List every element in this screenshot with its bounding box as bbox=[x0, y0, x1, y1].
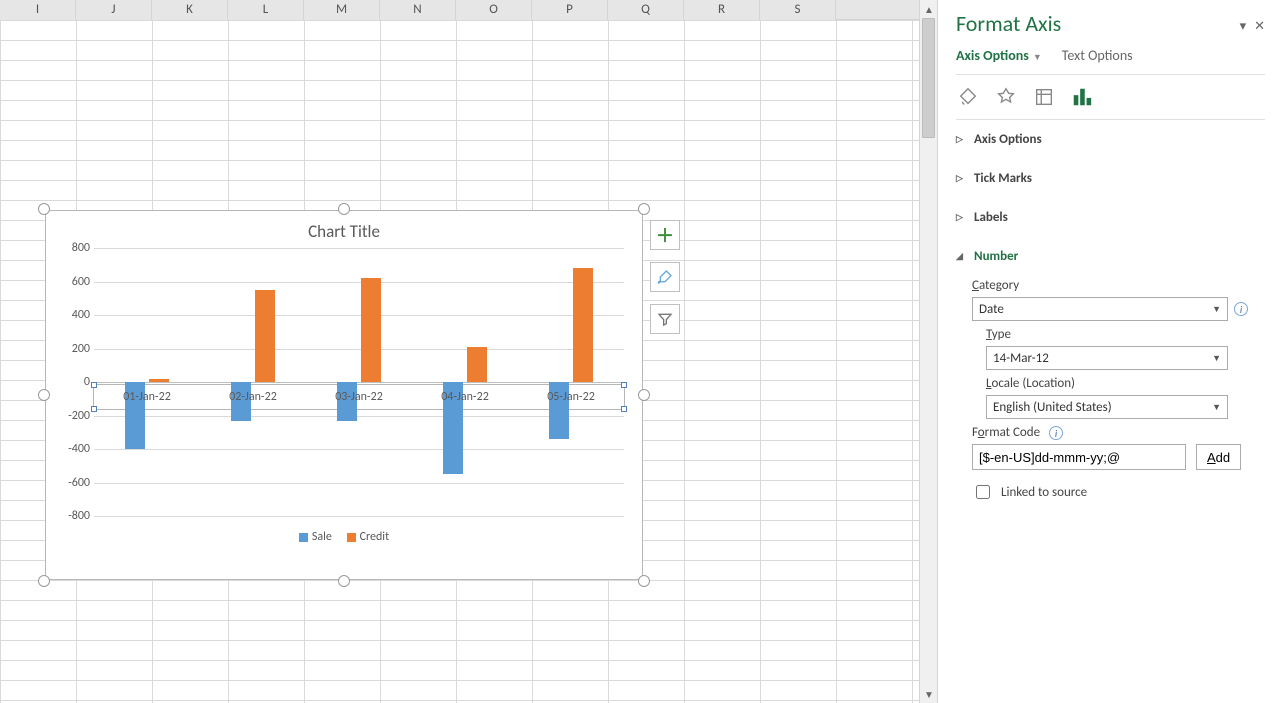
x-axis-label[interactable]: 03-Jan-22 bbox=[306, 390, 412, 404]
vertical-scrollbar[interactable]: ▲ ▼ bbox=[919, 0, 937, 703]
bar-credit[interactable] bbox=[255, 290, 275, 382]
format-code-input[interactable] bbox=[972, 444, 1186, 470]
y-axis-tick: 200 bbox=[50, 342, 90, 356]
resize-handle[interactable] bbox=[38, 389, 50, 401]
linked-to-source-label: Linked to source bbox=[1001, 485, 1087, 500]
legend-swatch-credit bbox=[347, 533, 356, 542]
pane-icon-tabs bbox=[956, 75, 1265, 120]
info-icon[interactable]: i bbox=[1234, 302, 1248, 316]
y-axis-tick: 400 bbox=[50, 308, 90, 322]
column-header[interactable]: O bbox=[456, 0, 532, 20]
legend-label: Credit bbox=[360, 530, 389, 544]
bar-credit[interactable] bbox=[361, 278, 381, 382]
y-axis-tick: 0 bbox=[50, 375, 90, 389]
bar-credit[interactable] bbox=[467, 347, 487, 382]
chevron-down-icon: ▼ bbox=[1212, 353, 1221, 364]
chart-legend[interactable]: Sale Credit bbox=[46, 530, 642, 544]
linked-to-source-checkbox[interactable] bbox=[976, 485, 990, 499]
column-header[interactable]: P bbox=[532, 0, 608, 20]
resize-handle[interactable] bbox=[638, 203, 650, 215]
legend-swatch-sale bbox=[299, 533, 308, 542]
chevron-down-icon: ▼ bbox=[1212, 402, 1221, 413]
x-axis-label[interactable]: 01-Jan-22 bbox=[94, 390, 200, 404]
scroll-down-arrow[interactable]: ▼ bbox=[920, 685, 938, 703]
locale-select[interactable]: English (United States) ▼ bbox=[986, 395, 1228, 419]
locale-label: Locale (Location) bbox=[986, 370, 1265, 395]
tab-text-options[interactable]: Text Options bbox=[1062, 47, 1133, 64]
filter-icon bbox=[657, 311, 673, 327]
chart-add-element-button[interactable]: ＋ bbox=[650, 220, 680, 250]
x-axis-label[interactable]: 05-Jan-22 bbox=[518, 390, 624, 404]
type-select[interactable]: 14-Mar-12 ▼ bbox=[986, 346, 1228, 370]
axis-options-bar-icon[interactable] bbox=[1070, 85, 1094, 109]
resize-handle[interactable] bbox=[38, 575, 50, 587]
scroll-thumb[interactable] bbox=[922, 18, 935, 138]
section-labels[interactable]: ▷ Labels bbox=[956, 206, 1265, 229]
chart-context-buttons: ＋ bbox=[650, 220, 680, 334]
section-tick-marks[interactable]: ▷ Tick Marks bbox=[956, 167, 1265, 190]
pane-dropdown-icon[interactable]: ▾ bbox=[1240, 19, 1245, 34]
column-header[interactable]: S bbox=[760, 0, 836, 20]
column-header-row: I J K L M N O P Q R S bbox=[0, 0, 919, 20]
triangle-right-icon: ▷ bbox=[956, 173, 966, 184]
triangle-right-icon: ▷ bbox=[956, 134, 966, 145]
y-axis-tick: -600 bbox=[50, 476, 90, 490]
legend-label: Sale bbox=[312, 530, 332, 544]
column-header[interactable]: I bbox=[0, 0, 76, 20]
y-axis-tick: 800 bbox=[50, 241, 90, 255]
cell-grid[interactable]: Chart Title 8006004002000-200-400-600-80… bbox=[0, 20, 919, 703]
column-header[interactable]: Q bbox=[608, 0, 684, 20]
worksheet-area: I J K L M N O P Q R S Chart bbox=[0, 0, 919, 703]
format-code-label: Format Code i bbox=[972, 419, 1265, 444]
y-axis-tick: -400 bbox=[50, 442, 90, 456]
bar-credit[interactable] bbox=[149, 379, 169, 382]
add-button[interactable]: Add bbox=[1196, 444, 1241, 470]
pane-title: Format Axis bbox=[956, 10, 1061, 43]
resize-handle[interactable] bbox=[638, 575, 650, 587]
triangle-down-icon: ◢ bbox=[956, 251, 966, 262]
size-properties-icon[interactable] bbox=[1032, 85, 1056, 109]
chevron-down-icon: ▼ bbox=[1212, 304, 1221, 315]
type-label: Type bbox=[986, 321, 1265, 346]
pane-tab-row: Axis Options▼ Text Options bbox=[956, 43, 1265, 75]
resize-handle[interactable] bbox=[338, 575, 350, 587]
column-header[interactable]: R bbox=[684, 0, 760, 20]
x-axis-label[interactable]: 04-Jan-22 bbox=[412, 390, 518, 404]
brush-icon bbox=[657, 269, 673, 285]
column-header[interactable]: M bbox=[304, 0, 380, 20]
category-label: Category bbox=[972, 272, 1265, 297]
column-header[interactable]: N bbox=[380, 0, 456, 20]
fill-line-icon[interactable] bbox=[956, 85, 980, 109]
scroll-track[interactable] bbox=[920, 18, 937, 685]
chart-styles-button[interactable] bbox=[650, 262, 680, 292]
column-header[interactable]: K bbox=[152, 0, 228, 20]
bar-credit[interactable] bbox=[573, 268, 593, 382]
section-axis-options[interactable]: ▷ Axis Options bbox=[956, 128, 1265, 151]
plus-icon: ＋ bbox=[656, 222, 674, 248]
format-axis-pane: Format Axis ▾ ✕ Axis Options▼ Text Optio… bbox=[937, 0, 1283, 703]
resize-handle[interactable] bbox=[638, 389, 650, 401]
pane-close-icon[interactable]: ✕ bbox=[1254, 19, 1265, 34]
triangle-right-icon: ▷ bbox=[956, 212, 966, 223]
chevron-down-icon: ▼ bbox=[1033, 52, 1042, 63]
y-axis-tick: -800 bbox=[50, 509, 90, 523]
resize-handle[interactable] bbox=[338, 203, 350, 215]
section-number[interactable]: ◢ Number bbox=[956, 245, 1265, 268]
column-header[interactable]: J bbox=[76, 0, 152, 20]
chart-object[interactable]: Chart Title 8006004002000-200-400-600-80… bbox=[45, 210, 643, 580]
y-axis-tick: 600 bbox=[50, 275, 90, 289]
chart-title[interactable]: Chart Title bbox=[46, 211, 642, 248]
info-icon[interactable]: i bbox=[1049, 426, 1063, 440]
chart-filter-button[interactable] bbox=[650, 304, 680, 334]
column-header[interactable]: L bbox=[228, 0, 304, 20]
x-axis-label[interactable]: 02-Jan-22 bbox=[200, 390, 306, 404]
tab-axis-options[interactable]: Axis Options▼ bbox=[956, 47, 1042, 64]
y-axis-tick: -200 bbox=[50, 409, 90, 423]
effects-icon[interactable] bbox=[994, 85, 1018, 109]
scroll-up-arrow[interactable]: ▲ bbox=[920, 0, 938, 18]
category-select[interactable]: Date ▼ bbox=[972, 297, 1228, 321]
chart-plot-area[interactable]: 8006004002000-200-400-600-80001-Jan-2202… bbox=[94, 248, 624, 516]
resize-handle[interactable] bbox=[38, 203, 50, 215]
